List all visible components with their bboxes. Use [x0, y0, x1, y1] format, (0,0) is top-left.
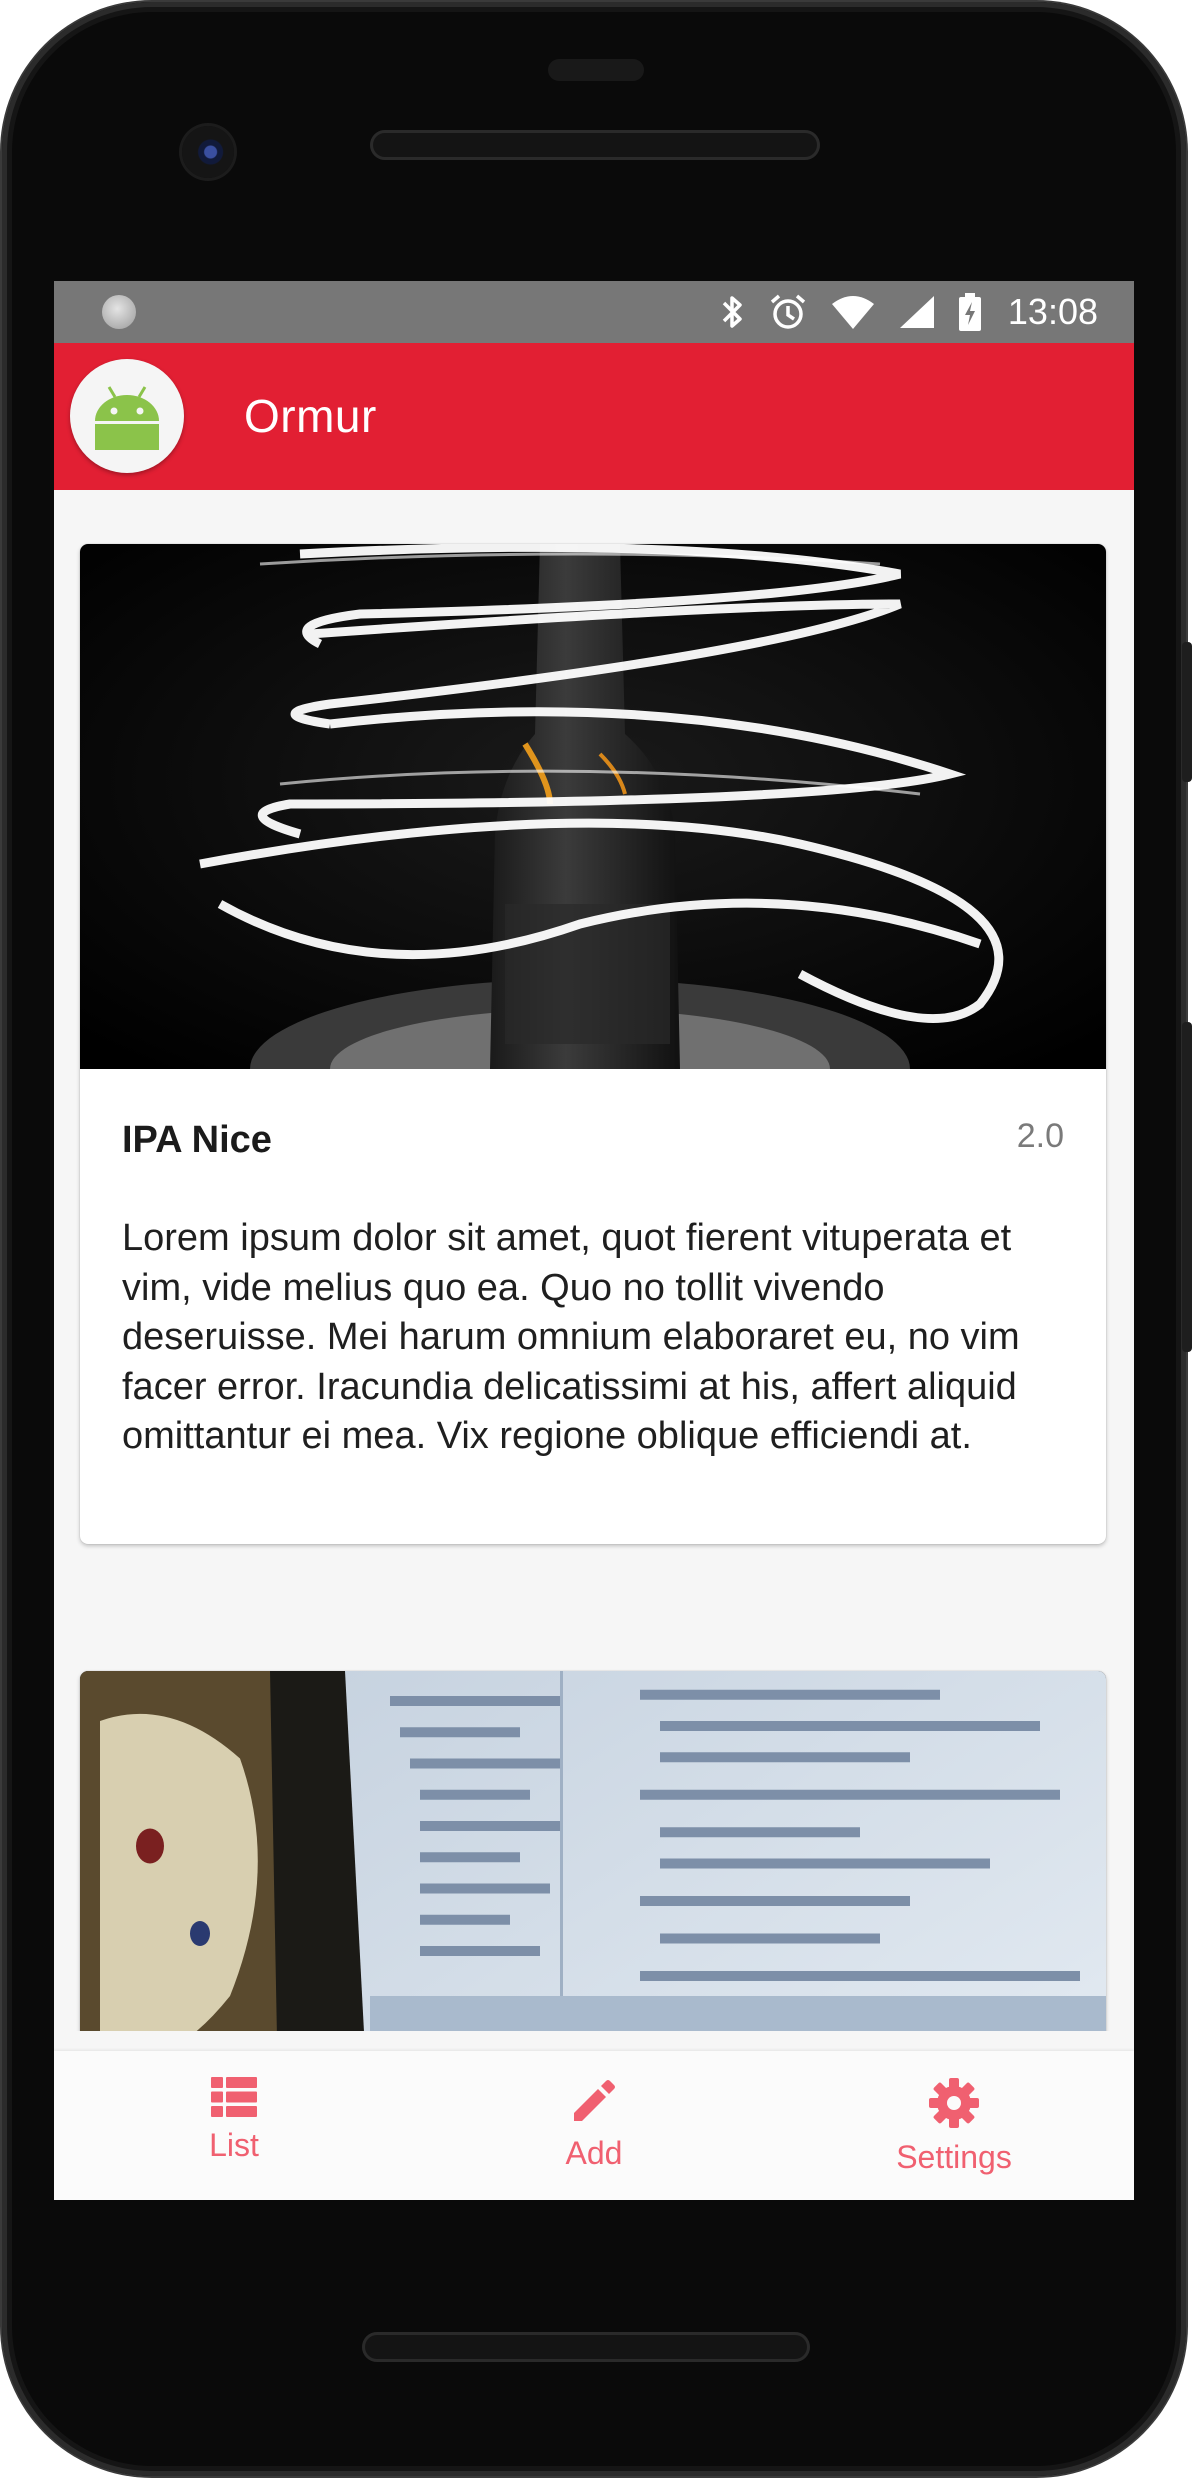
wifi-icon — [831, 296, 874, 329]
power-button — [1182, 642, 1192, 782]
top-sensor — [548, 59, 644, 81]
status-icons: 13:08 — [720, 281, 1098, 343]
code-screen-photo — [80, 1671, 1106, 2031]
status-time: 13:08 — [1007, 291, 1098, 332]
nav-label-settings: Settings — [896, 2139, 1012, 2175]
nav-item-add[interactable]: Add — [414, 2051, 774, 2200]
beer-list[interactable]: IPA Nice 2.0 Lorem ipsum dolor sit amet,… — [54, 490, 1134, 2031]
alarm-icon — [770, 294, 806, 329]
pencil-icon — [574, 2080, 615, 2121]
list-icon — [211, 2077, 257, 2117]
nav-label-add: Add — [565, 2135, 623, 2171]
screen: 13:08 Ormur IPA Nice 2.0 Lorem ipsum dol… — [54, 281, 1134, 2200]
app-bar: Ormur — [54, 343, 1134, 490]
notification-dot-icon — [102, 295, 136, 329]
front-camera-icon — [182, 126, 234, 178]
beer-description: Lorem ipsum dolor sit amet, quot fierent… — [122, 1217, 1020, 1457]
beer-photo — [80, 544, 1106, 1069]
beer-name: IPA Nice — [122, 1119, 272, 1161]
android-icon[interactable] — [70, 359, 184, 473]
earpiece-speaker — [370, 130, 820, 160]
bottom-navigation: List Add Settings — [54, 2051, 1134, 2200]
bluetooth-icon — [722, 296, 742, 328]
phone-frame: 13:08 Ormur IPA Nice 2.0 Lorem ipsum dol… — [2, 2, 1192, 2476]
beer-card[interactable]: IPA Nice 2.0 Lorem ipsum dolor sit amet,… — [80, 544, 1106, 1544]
nav-item-list[interactable]: List — [54, 2051, 414, 2200]
bottom-speaker — [362, 2332, 810, 2362]
beer-rating: 2.0 — [1016, 1117, 1064, 1155]
status-bar: 13:08 — [54, 281, 1134, 343]
gear-icon — [929, 2078, 979, 2128]
beer-card[interactable] — [80, 1671, 1106, 2031]
nav-item-settings[interactable]: Settings — [774, 2051, 1134, 2200]
battery-charging-icon — [958, 293, 981, 331]
nav-label-list: List — [209, 2127, 259, 2163]
volume-button — [1182, 1022, 1192, 1352]
cellular-signal-icon — [899, 296, 934, 328]
app-title: Ormur — [244, 390, 377, 442]
